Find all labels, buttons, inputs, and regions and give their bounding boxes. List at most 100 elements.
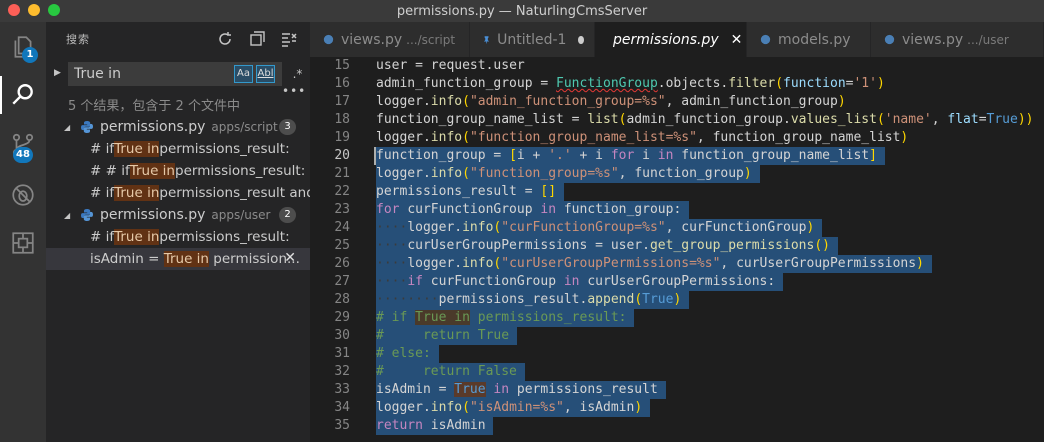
match-highlight: True in — [114, 229, 160, 245]
tab-label: models.py — [778, 31, 851, 48]
code-line[interactable]: 21 logger.info("function_group=%s", funct… — [310, 165, 1044, 183]
match-prefix: isAdmin = — [90, 251, 164, 267]
code-line[interactable]: 26 ····logger.info("curUserGroupPermissio… — [310, 255, 1044, 273]
collapse-all-button[interactable] — [280, 30, 298, 48]
result-file-path: apps/script — [211, 120, 278, 134]
code-line[interactable]: 31 # else: — [310, 345, 1044, 363]
code-line[interactable]: 17 logger.info("admin_function_group=%s",… — [310, 93, 1044, 111]
result-match-row[interactable]: # if True in permissions_result and... — [46, 182, 310, 204]
code-line[interactable]: 33 isAdmin = True in permissions_result — [310, 381, 1044, 399]
code-text: ····logger.info("curUserGroupPermissions… — [376, 255, 932, 273]
maximize-window-button[interactable] — [48, 4, 60, 16]
code-text: # if True in permissions_result: — [376, 309, 635, 327]
result-match-row[interactable]: # # if True in permissions_result: — [46, 160, 310, 182]
tab-label: views.py — [902, 31, 964, 48]
results-tree: ◢ permissions.py apps/script 3 # if True… — [46, 116, 310, 270]
code-line[interactable]: 22 permissions_result = [] — [310, 183, 1044, 201]
code-text: ········permissions_result.append(True) — [376, 291, 690, 309]
extensions-activity[interactable] — [0, 220, 46, 266]
code-line[interactable]: 30 # return True — [310, 327, 1044, 345]
result-file-name: permissions.py — [100, 207, 206, 223]
tab-untitled-1[interactable]: Untitled-1 — [470, 22, 595, 57]
match-prefix: # if — [90, 229, 115, 245]
clear-icon — [250, 31, 265, 46]
use-regex-toggle[interactable]: .* — [288, 65, 307, 83]
toggle-search-details-button[interactable]: ••• — [282, 84, 306, 98]
code-line[interactable]: 34 logger.info("isAdmin=%s", isAdmin) — [310, 399, 1044, 417]
code-editor[interactable]: 15 user = request.user 16 admin_function_g… — [310, 57, 1044, 442]
close-window-button[interactable] — [8, 4, 20, 16]
result-file-name: permissions.py — [100, 119, 206, 135]
code-line[interactable]: 29 # if True in permissions_result: — [310, 309, 1044, 327]
tab-permissions[interactable]: permissions.py ✕ — [595, 22, 747, 57]
result-file-row[interactable]: ◢ permissions.py apps/user 2 — [46, 204, 310, 226]
code-line[interactable]: 18 function_group_name_list = list(admin_… — [310, 111, 1044, 129]
text-cursor — [374, 147, 376, 165]
tab-views-user[interactable]: views.py .../user — [871, 22, 1044, 57]
line-number: 32 — [334, 364, 350, 379]
code-text: function_group_name_list = list(admin_fu… — [376, 112, 1034, 127]
explorer-activity[interactable]: 1 — [0, 24, 46, 70]
line-number: 20 — [334, 148, 350, 163]
minimize-window-button[interactable] — [28, 4, 40, 16]
match-suffix: permissions_result: — [175, 163, 306, 179]
match-highlight: True in — [114, 185, 160, 201]
line-number: 18 — [334, 112, 350, 127]
code-line[interactable]: 15 user = request.user — [310, 57, 1044, 75]
tab-label: Untitled-1 — [497, 31, 567, 48]
bug-icon — [12, 184, 34, 206]
search-activity[interactable] — [0, 72, 46, 118]
line-number: 33 — [334, 382, 350, 397]
line-number: 21 — [334, 166, 350, 181]
refresh-button[interactable] — [216, 30, 234, 48]
code-line[interactable]: 32 # return False — [310, 363, 1044, 381]
close-tab-icon[interactable]: ✕ — [731, 32, 743, 48]
code-text: # return True — [376, 327, 517, 345]
match-highlight: True in — [163, 251, 209, 267]
search-icon — [12, 84, 33, 105]
code-text: isAdmin = True in permissions_result — [376, 381, 666, 399]
clear-results-button[interactable] — [248, 30, 266, 48]
code-text: # return False — [376, 363, 525, 381]
line-number: 24 — [334, 220, 350, 235]
code-line[interactable]: 27 ····if curFunctionGroup in curUserGrou… — [310, 273, 1044, 291]
tab-models[interactable]: models.py — [747, 22, 871, 57]
code-text: for curFunctionGroup in function_group: — [376, 201, 690, 219]
source-control-activity[interactable]: 48 — [0, 122, 46, 168]
result-match-row[interactable]: # if True in permissions_result: — [46, 138, 310, 160]
code-line[interactable]: 24 ····logger.info("curFunctionGroup=%s",… — [310, 219, 1044, 237]
tab-views-script[interactable]: views.py .../script — [310, 22, 470, 57]
code-line[interactable]: 23 for curFunctionGroup in function_group… — [310, 201, 1044, 219]
code-line[interactable]: 28 ········permissions_result.append(True… — [310, 291, 1044, 309]
line-number: 30 — [334, 328, 350, 343]
code-line[interactable]: 16 admin_function_group = FunctionGroup.o… — [310, 75, 1044, 93]
line-number: 35 — [334, 418, 350, 433]
match-case-toggle[interactable]: Aa — [234, 65, 253, 83]
sidebar-header: 搜索 — [46, 22, 310, 56]
code-line[interactable]: 19 logger.info("function_group_name_list=… — [310, 129, 1044, 147]
match-suffix: permissions_result: — [159, 141, 290, 157]
expand-icon[interactable]: ◢ — [64, 211, 80, 220]
line-number: 16 — [334, 76, 350, 91]
code-text: logger.info("admin_function_group=%s", a… — [376, 94, 846, 109]
unsaved-dot-icon[interactable] — [578, 35, 584, 44]
code-line[interactable]: 20 function_group = [i + '.' + i for i in… — [310, 147, 1044, 165]
results-summary: 5 个结果，包含于 2 个文件中 — [68, 99, 240, 114]
toggle-replace-icon[interactable]: ▶ — [54, 68, 61, 78]
dismiss-result-button[interactable]: ✕ — [284, 250, 296, 266]
code-text: ····curUserGroupPermissions = user.get_g… — [376, 237, 838, 255]
result-match-row[interactable]: # if True in permissions_result: — [46, 226, 310, 248]
python-file-icon — [81, 209, 93, 221]
match-suffix: permissions_result and... — [159, 185, 310, 201]
python-file-icon — [81, 121, 93, 133]
code-line[interactable]: 35 return isAdmin — [310, 417, 1044, 435]
debug-activity[interactable] — [0, 172, 46, 218]
result-count-badge: 2 — [279, 207, 296, 223]
window-title: permissions.py — NaturlingCmsServer — [396, 3, 648, 19]
match-whole-word-toggle[interactable]: Abl — [256, 65, 275, 83]
expand-icon[interactable]: ◢ — [64, 123, 80, 132]
python-file-icon — [323, 34, 334, 45]
result-match-row-selected[interactable]: isAdmin = True in permission... ✕ — [46, 248, 310, 270]
result-file-row[interactable]: ◢ permissions.py apps/script 3 — [46, 116, 310, 138]
code-line[interactable]: 25 ····curUserGroupPermissions = user.get… — [310, 237, 1044, 255]
